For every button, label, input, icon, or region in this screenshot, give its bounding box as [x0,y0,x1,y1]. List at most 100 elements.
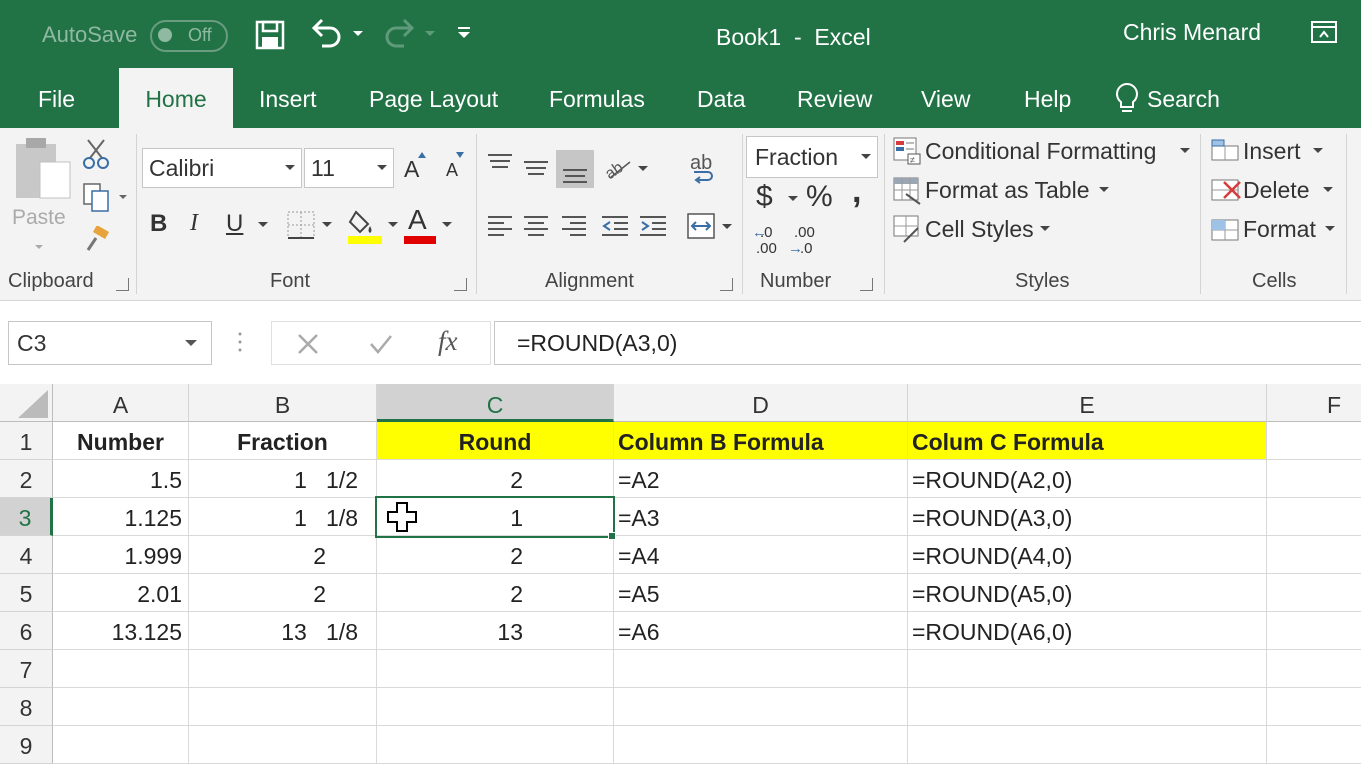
cell-a5[interactable]: 2.01 [53,574,189,612]
tab-view[interactable]: View [921,68,970,128]
cell-c8[interactable] [377,688,614,726]
copy-icon[interactable] [82,182,112,214]
insert-cells-dropdown-icon[interactable] [1313,148,1323,154]
cell-f2[interactable] [1267,460,1361,498]
row-header-8[interactable]: 8 [0,688,53,726]
format-as-table-icon[interactable] [892,176,922,206]
cell-f7[interactable] [1267,650,1361,688]
cell-b5[interactable]: 2 [189,574,377,612]
cell-d1[interactable]: Column B Formula [614,422,908,460]
formula-input[interactable]: =ROUND(A3,0) [494,321,1361,365]
conditional-formatting-dropdown-icon[interactable] [1180,148,1190,154]
format-cells-dropdown-icon[interactable] [1325,226,1335,232]
row-header-6[interactable]: 6 [0,612,53,650]
undo-dropdown-icon[interactable] [352,30,364,38]
cell-a3[interactable]: 1.125 [53,498,189,536]
cell-f8[interactable] [1267,688,1361,726]
cell-f3[interactable] [1267,498,1361,536]
tab-page-layout[interactable]: Page Layout [369,68,498,128]
cell-e4[interactable]: =ROUND(A4,0) [908,536,1267,574]
cell-styles-icon[interactable] [892,214,922,244]
column-header-e[interactable]: E [908,384,1267,422]
customize-qat-icon[interactable] [456,26,472,40]
increase-indent-icon[interactable] [638,214,668,238]
cell-a7[interactable] [53,650,189,688]
cell-a2[interactable]: 1.5 [53,460,189,498]
alignment-launcher-icon[interactable] [720,278,733,291]
cell-e3[interactable]: =ROUND(A3,0) [908,498,1267,536]
row-header-5[interactable]: 5 [0,574,53,612]
merge-center-icon[interactable] [686,212,716,240]
undo-icon[interactable] [310,18,344,50]
merge-dropdown-icon[interactable] [722,224,732,230]
format-cells-button[interactable]: Format [1243,216,1316,243]
cell-e2[interactable]: =ROUND(A2,0) [908,460,1267,498]
cell-b7[interactable] [189,650,377,688]
tab-help[interactable]: Help [1024,68,1071,128]
row-header-2[interactable]: 2 [0,460,53,498]
cell-e6[interactable]: =ROUND(A6,0) [908,612,1267,650]
cell-a6[interactable]: 13.125 [53,612,189,650]
currency-dropdown-icon[interactable] [788,196,798,202]
clipboard-launcher-icon[interactable] [116,278,129,291]
font-launcher-icon[interactable] [454,278,467,291]
tell-me-search[interactable]: Search [1147,68,1220,128]
fill-handle[interactable] [608,532,616,540]
user-name[interactable]: Chris Menard [1123,19,1261,46]
cell-e9[interactable] [908,726,1267,764]
cell-f4[interactable] [1267,536,1361,574]
orientation-dropdown-icon[interactable] [638,166,648,172]
decrease-font-size-button[interactable]: A [446,160,458,181]
cell-d9[interactable] [614,726,908,764]
paste-label[interactable]: Paste [12,206,66,230]
cell-d3[interactable]: =A3 [614,498,908,536]
formula-bar-resize-handle[interactable] [236,330,244,356]
decrease-decimal-button[interactable]: .00 → .0 [788,224,822,260]
column-header-c[interactable]: C [377,384,614,422]
cell-c9[interactable] [377,726,614,764]
select-all-corner[interactable] [0,384,53,422]
cell-a1[interactable]: Number [53,422,189,460]
redo-dropdown-icon[interactable] [424,30,436,38]
cell-c1[interactable]: Round [377,422,614,460]
font-name-dropdown[interactable]: Calibri [142,148,302,188]
cell-b4[interactable]: 2 [189,536,377,574]
delete-cells-button[interactable]: Delete [1243,177,1309,204]
cell-styles-button[interactable]: Cell Styles [925,216,1034,243]
cell-c4[interactable]: 2 [377,536,614,574]
font-color-dropdown-icon[interactable] [442,222,452,228]
align-left-icon[interactable] [486,214,514,238]
cell-a8[interactable] [53,688,189,726]
row-header-9[interactable]: 9 [0,726,53,764]
underline-dropdown-icon[interactable] [258,222,268,228]
column-header-a[interactable]: A [53,384,189,422]
increase-font-size-button[interactable]: A [404,156,419,183]
comma-format-button[interactable]: , [852,172,861,211]
cut-icon[interactable] [82,138,110,170]
cell-c2[interactable]: 2 [377,460,614,498]
cell-d6[interactable]: =A6 [614,612,908,650]
column-header-b[interactable]: B [189,384,377,422]
tab-review[interactable]: Review [797,68,872,128]
fill-color-icon[interactable] [348,208,382,244]
cell-b2[interactable]: 1 1/2 [189,460,377,498]
format-as-table-dropdown-icon[interactable] [1099,187,1109,193]
row-header-7[interactable]: 7 [0,650,53,688]
insert-function-button[interactable]: fx [438,326,458,357]
cell-c6[interactable]: 13 [377,612,614,650]
cell-b8[interactable] [189,688,377,726]
decrease-indent-icon[interactable] [600,214,630,238]
paste-icon[interactable] [14,136,74,202]
delete-cells-dropdown-icon[interactable] [1323,187,1333,193]
enter-check-icon[interactable] [368,332,394,356]
cell-b6[interactable]: 13 1/8 [189,612,377,650]
borders-icon[interactable] [286,210,316,240]
cell-d7[interactable] [614,650,908,688]
underline-button[interactable]: U [226,210,243,238]
font-size-dropdown[interactable]: 11 [304,148,394,188]
bold-button[interactable]: B [150,210,167,238]
cell-d4[interactable]: =A4 [614,536,908,574]
bottom-align-button[interactable] [556,150,594,188]
tab-insert[interactable]: Insert [259,68,317,128]
cell-styles-dropdown-icon[interactable] [1040,226,1050,232]
